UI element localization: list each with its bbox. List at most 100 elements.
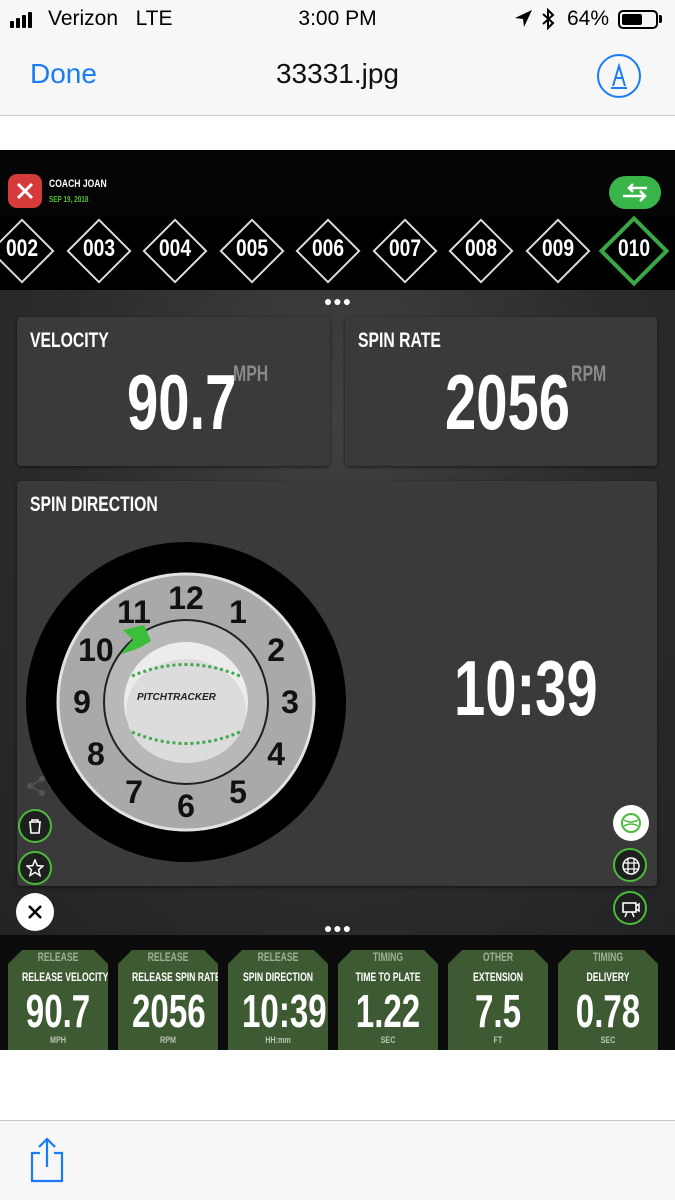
file-title: 33331.jpg: [275, 58, 399, 89]
clock-number: 2: [267, 632, 285, 668]
more-dots-icon[interactable]: ●●●: [318, 293, 358, 309]
metric-tile[interactable]: OTHER EXTENSION 7.5 FT: [448, 950, 548, 1050]
metric-tile[interactable]: TIMING DELIVERY 0.78 SEC: [558, 950, 658, 1050]
battery-tip: [659, 15, 662, 23]
velocity-label: VELOCITY: [30, 329, 109, 352]
clock-number: 9: [73, 684, 91, 720]
velocity-value: 90.7: [127, 358, 237, 446]
bottom-toolbar: [0, 1120, 675, 1200]
pitch-number: 009: [541, 235, 574, 262]
ball-brand-label: PITCHTRACKER: [137, 692, 216, 703]
pitch-item[interactable]: 003: [64, 216, 134, 286]
grid-view-button[interactable]: [613, 848, 647, 882]
pitch-number: 002: [5, 235, 39, 262]
more-dots-icon-bottom[interactable]: ●●●: [318, 920, 358, 936]
metric-category: OTHER: [482, 950, 514, 964]
ball-view-button[interactable]: [613, 805, 649, 841]
pitch-selector: 002 003 004 005 006 007 008 009 010: [0, 215, 675, 290]
share-icon[interactable]: [25, 775, 47, 797]
metric-tile[interactable]: RELEASE RELEASE VELOCITY 90.7 MPH: [8, 950, 108, 1050]
metric-unit: SEC: [380, 1035, 396, 1045]
pitch-number: 005: [235, 235, 268, 262]
spin-direction-card: SPIN DIRECTION 12 1 2 3 4 5 6 7 8 9 10 11 PITCHTRAC…: [17, 481, 657, 886]
metric-tile[interactable]: RELEASE SPIN DIRECTION 10:39 HH:mm: [228, 950, 328, 1050]
clock-number: 8: [87, 736, 105, 772]
bluetooth-icon: [542, 8, 555, 30]
status-bar: Verizon LTE 3:00 PM 64%: [0, 0, 675, 38]
close-icon: [16, 182, 34, 200]
session-date: SEP 19, 2018: [49, 195, 89, 204]
metric-category: TIMING: [372, 950, 404, 964]
clock-number: 4: [267, 736, 285, 772]
spin-rate-unit: RPM: [571, 361, 607, 386]
pitch-item[interactable]: 005: [217, 216, 287, 286]
clock-number: 6: [177, 788, 195, 824]
pitch-number: 007: [388, 235, 421, 262]
pitch-item[interactable]: 008: [446, 216, 516, 286]
star-icon: [26, 859, 44, 877]
share-icon[interactable]: [28, 1135, 66, 1185]
metric-unit: FT: [493, 1035, 503, 1045]
location-arrow-icon: [515, 10, 532, 27]
metric-name: EXTENSION: [473, 970, 523, 984]
pitch-number: 004: [158, 235, 192, 262]
close-overlay-button[interactable]: [16, 893, 54, 931]
metric-category: RELEASE: [147, 950, 189, 964]
app-header: COACH JOAN SEP 19, 2018: [0, 150, 675, 216]
pitch-number: 010: [617, 235, 651, 262]
metric-tile[interactable]: TIMING TIME TO PLATE 1.22 SEC: [338, 950, 438, 1050]
metric-name: SPIN DIRECTION: [242, 970, 314, 984]
clock-number: 3: [281, 684, 299, 720]
spin-rate-value: 2056: [445, 358, 570, 446]
video-camera-icon: [622, 902, 640, 918]
pitch-item[interactable]: 007: [370, 216, 440, 286]
baseball-icon: [621, 813, 641, 833]
pitch-item[interactable]: 006: [293, 216, 363, 286]
spin-rate-card: SPIN RATE 2056 RPM: [345, 317, 657, 466]
favorite-button[interactable]: [18, 851, 52, 885]
close-session-button[interactable]: [8, 174, 42, 208]
video-button[interactable]: [613, 891, 647, 925]
battery-icon: [618, 10, 658, 29]
close-icon: [28, 905, 42, 919]
metric-name: TIME TO PLATE: [355, 970, 421, 984]
coach-name: COACH JOAN: [49, 178, 107, 190]
navigation-bar: Done 33331.jpg: [0, 38, 675, 116]
metric-unit: SEC: [600, 1035, 616, 1045]
metric-category: RELEASE: [37, 950, 79, 964]
metric-category: RELEASE: [257, 950, 299, 964]
velocity-card: VELOCITY 90.7 MPH: [17, 317, 330, 466]
markup-pen-icon[interactable]: [597, 54, 641, 98]
metric-name: RELEASE VELOCITY: [22, 970, 109, 984]
battery-percent: 64%: [567, 7, 610, 30]
metric-value: 7.5: [474, 985, 522, 1037]
delete-button[interactable]: [18, 809, 52, 843]
clock-number: 7: [125, 774, 143, 810]
pitch-item[interactable]: 004: [140, 216, 210, 286]
metric-category: TIMING: [592, 950, 624, 964]
metric-value: 90.7: [25, 985, 91, 1037]
swap-view-button[interactable]: [609, 176, 661, 209]
swap-arrows-icon: [623, 183, 647, 202]
pitch-number: 006: [311, 235, 345, 262]
metric-name: RELEASE SPIN RATE: [132, 970, 221, 984]
spin-rate-label: SPIN RATE: [358, 329, 441, 352]
battery-level: [622, 14, 642, 25]
metric-value: 1.22: [355, 985, 421, 1037]
metric-name: DELIVERY: [586, 970, 630, 984]
metric-unit: RPM: [160, 1035, 176, 1045]
pitch-number: 008: [464, 235, 498, 262]
metric-tile[interactable]: RELEASE RELEASE SPIN RATE 2056 RPM: [118, 950, 218, 1050]
metrics-bar: RELEASE RELEASE VELOCITY 90.7 MPH RELEASE REL…: [0, 935, 675, 1050]
velocity-unit: MPH: [233, 361, 269, 386]
clock-number: 12: [168, 580, 204, 616]
spin-direction-value: 10:39: [454, 644, 598, 732]
pitch-item[interactable]: 010: [598, 215, 670, 287]
pitch-number: 003: [82, 235, 115, 262]
metric-unit: MPH: [50, 1035, 66, 1045]
clock-number: 10: [78, 632, 114, 668]
pitch-item[interactable]: 002: [0, 216, 57, 286]
metric-unit: HH:mm: [265, 1035, 291, 1045]
metric-value: 10:39: [242, 985, 327, 1037]
pitch-item[interactable]: 009: [523, 216, 593, 286]
